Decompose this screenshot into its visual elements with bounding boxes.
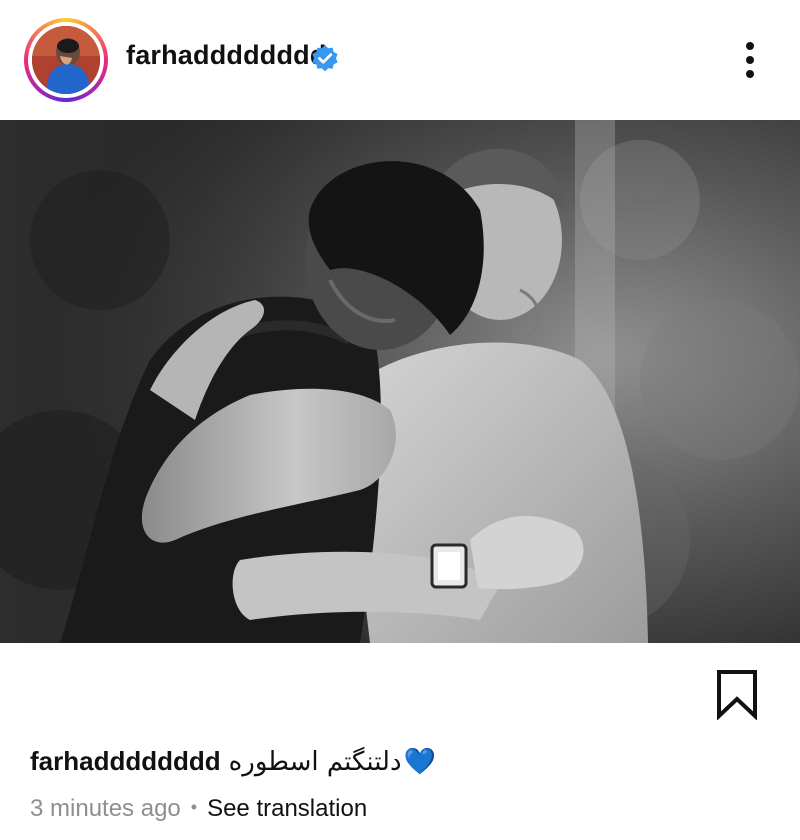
post-caption: farhadddddddd دلتنگتم اسطوره💙 — [30, 744, 436, 779]
post-image[interactable] — [0, 120, 800, 643]
more-dot-icon — [746, 70, 754, 78]
more-options-button[interactable] — [730, 36, 770, 84]
bookmark-icon — [717, 670, 757, 721]
caption-text: دلتنگتم اسطوره — [228, 747, 402, 777]
avatar-border — [28, 22, 104, 98]
separator-dot: • — [190, 797, 198, 817]
see-translation-link[interactable]: See translation — [207, 795, 367, 822]
post-header: farhadddddddd — [0, 0, 800, 120]
blue-heart-icon: 💙 — [403, 747, 436, 777]
post-username[interactable]: farhadddddddd — [126, 40, 327, 71]
post-photo — [0, 120, 800, 643]
caption-username[interactable]: farhadddddddd — [30, 746, 221, 776]
avatar-image — [32, 26, 100, 94]
verified-badge-icon — [312, 45, 338, 72]
post-meta: 3 minutes ago • See translation — [30, 794, 367, 825]
more-dot-icon — [746, 42, 754, 50]
post-timestamp: 3 minutes ago — [30, 795, 181, 822]
bookmark-button[interactable] — [714, 668, 760, 721]
more-dot-icon — [746, 56, 754, 64]
avatar[interactable] — [32, 26, 100, 94]
story-ring[interactable] — [24, 18, 108, 102]
